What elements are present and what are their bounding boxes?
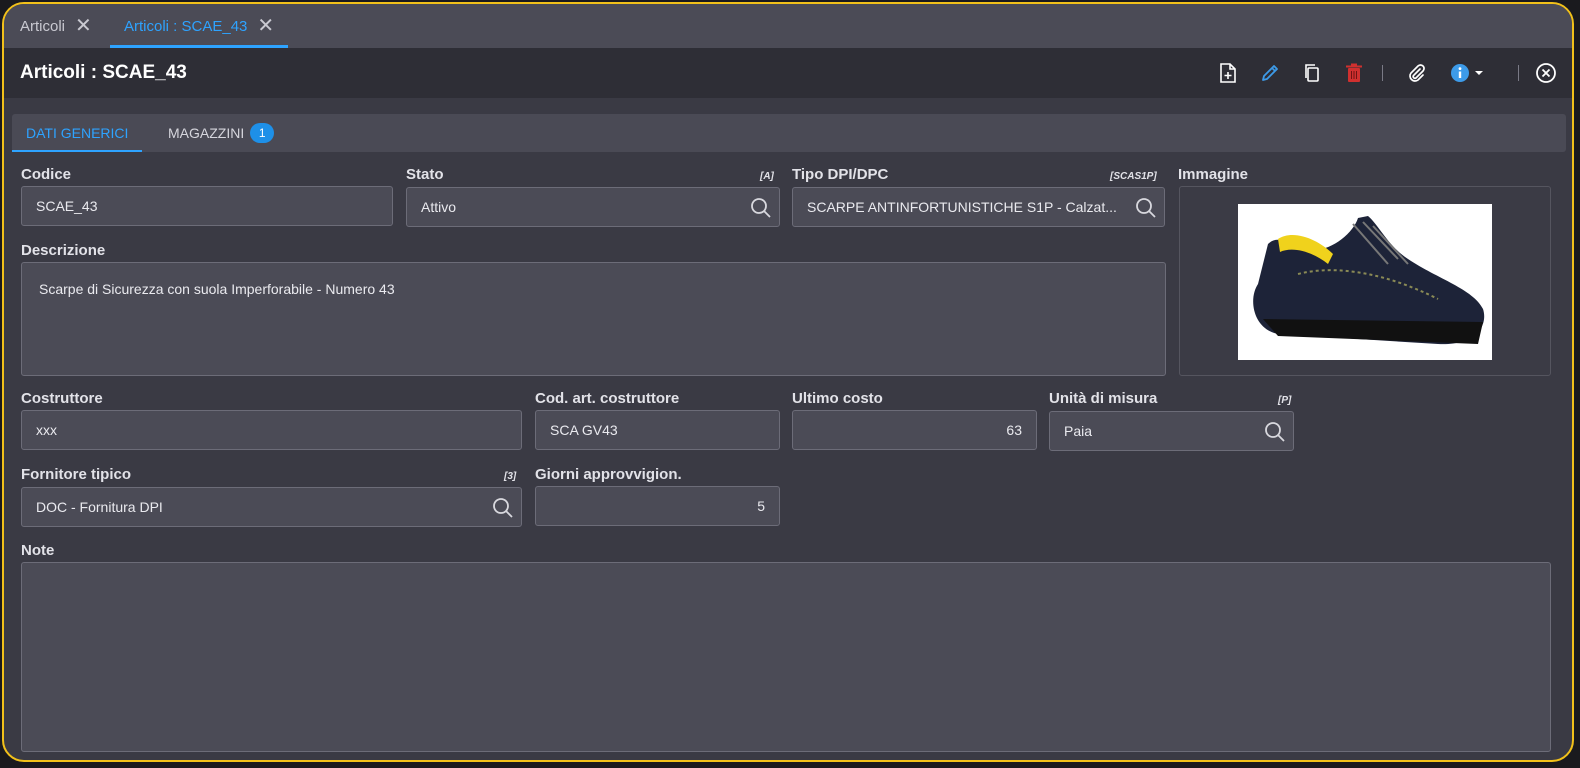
giorni-field[interactable]: 5 bbox=[535, 486, 780, 526]
tab-magazzini[interactable]: MAGAZZINI 1 bbox=[168, 114, 275, 152]
doc-tab-label: Articoli : SCAE_43 bbox=[124, 17, 248, 35]
codice-field[interactable]: SCAE_43 bbox=[21, 186, 393, 226]
close-icon[interactable]: ✕ bbox=[75, 16, 92, 36]
toolbar-divider bbox=[1382, 65, 1383, 81]
ultimo-costo-label: Ultimo costo bbox=[792, 390, 883, 407]
stato-code: [A] bbox=[760, 171, 774, 182]
costruttore-value: xxx bbox=[36, 422, 57, 438]
tipo-dpi-lookup-field[interactable]: SCARPE ANTINFORTUNISTICHE S1P - Calzat..… bbox=[792, 187, 1165, 227]
search-icon[interactable] bbox=[1134, 196, 1158, 220]
descrizione-label: Descrizione bbox=[21, 242, 106, 259]
safety-shoe-image bbox=[1253, 216, 1485, 345]
unita-code: [P] bbox=[1278, 395, 1292, 406]
note-textarea[interactable] bbox=[21, 562, 1551, 752]
unita-lookup-field[interactable]: Paia bbox=[1049, 411, 1294, 451]
tab-label: MAGAZZINI bbox=[168, 125, 245, 141]
fornitore-lookup-field[interactable]: DOC - Fornitura DPI bbox=[21, 487, 522, 527]
section-tabs: DATI GENERICI MAGAZZINI 1 bbox=[12, 114, 1566, 152]
descrizione-textarea[interactable]: Scarpe di Sicurezza con suola Imperforab… bbox=[21, 262, 1166, 376]
tab-label: DATI GENERICI bbox=[26, 125, 129, 141]
giorni-value: 5 bbox=[757, 498, 765, 514]
close-icon[interactable]: ✕ bbox=[257, 16, 274, 36]
costruttore-label: Costruttore bbox=[21, 390, 103, 407]
codice-value: SCAE_43 bbox=[36, 198, 98, 214]
unita-value: Paia bbox=[1064, 423, 1093, 439]
document-tab-bar: Articoli ✕ Articoli : SCAE_43 ✕ bbox=[4, 4, 1572, 48]
attachment-paperclip-icon[interactable] bbox=[1404, 61, 1428, 85]
info-icon bbox=[1451, 64, 1469, 82]
count-badge: 1 bbox=[250, 123, 275, 143]
fornitore-code: [3] bbox=[504, 471, 517, 482]
image-panel[interactable] bbox=[1179, 186, 1551, 376]
delete-trash-icon[interactable] bbox=[1342, 61, 1366, 85]
new-document-icon[interactable] bbox=[1216, 61, 1240, 85]
unita-label: Unità di misura bbox=[1049, 390, 1158, 407]
giorni-label: Giorni approvvigion. bbox=[535, 466, 682, 483]
tab-dati-generici[interactable]: DATI GENERICI bbox=[12, 114, 143, 152]
descrizione-value: Scarpe di Sicurezza con suola Imperforab… bbox=[39, 281, 395, 297]
fornitore-value: DOC - Fornitura DPI bbox=[36, 499, 163, 515]
product-image bbox=[1238, 204, 1492, 360]
search-icon[interactable] bbox=[749, 196, 773, 220]
copy-icon[interactable] bbox=[1300, 61, 1324, 85]
tipo-dpi-value: SCARPE ANTINFORTUNISTICHE S1P - Calzat..… bbox=[807, 199, 1117, 215]
tipo-dpi-label: Tipo DPI/DPC bbox=[792, 166, 889, 183]
codice-label: Codice bbox=[21, 166, 72, 183]
cod-art-value: SCA GV43 bbox=[550, 422, 618, 438]
cod-art-label: Cod. art. costruttore bbox=[535, 390, 680, 407]
tipo-dpi-code: [SCAS1P] bbox=[1110, 171, 1157, 182]
toolbar bbox=[1212, 48, 1572, 98]
cod-art-field[interactable]: SCA GV43 bbox=[535, 410, 780, 450]
caret-down-icon bbox=[1475, 71, 1483, 75]
ultimo-costo-value: 63 bbox=[1006, 422, 1022, 438]
stato-lookup-field[interactable]: Attivo bbox=[406, 187, 780, 227]
search-icon[interactable] bbox=[1263, 420, 1287, 444]
costruttore-field[interactable]: xxx bbox=[21, 410, 522, 450]
fornitore-label: Fornitore tipico bbox=[21, 466, 131, 483]
active-tab-indicator bbox=[12, 150, 143, 152]
note-label: Note bbox=[21, 542, 55, 559]
immagine-label: Immagine bbox=[1178, 166, 1249, 183]
ultimo-costo-field[interactable]: 63 bbox=[792, 410, 1037, 450]
stato-value: Attivo bbox=[421, 199, 457, 215]
stato-label: Stato bbox=[406, 166, 444, 183]
toolbar-divider bbox=[1518, 65, 1519, 81]
close-circle-icon[interactable] bbox=[1534, 61, 1558, 85]
doc-tab-articoli-scae43[interactable]: Articoli : SCAE_43 ✕ bbox=[110, 4, 289, 48]
edit-pencil-icon[interactable] bbox=[1258, 61, 1282, 85]
page-title: Articoli : SCAE_43 bbox=[20, 62, 187, 83]
info-dropdown[interactable] bbox=[1450, 61, 1490, 85]
doc-tab-articoli[interactable]: Articoli ✕ bbox=[20, 4, 92, 48]
record-header: Articoli : SCAE_43 bbox=[4, 48, 1572, 98]
search-icon[interactable] bbox=[491, 496, 515, 520]
doc-tab-label: Articoli bbox=[20, 17, 66, 35]
app-window: Articoli ✕ Articoli : SCAE_43 ✕ Articoli… bbox=[2, 2, 1574, 762]
